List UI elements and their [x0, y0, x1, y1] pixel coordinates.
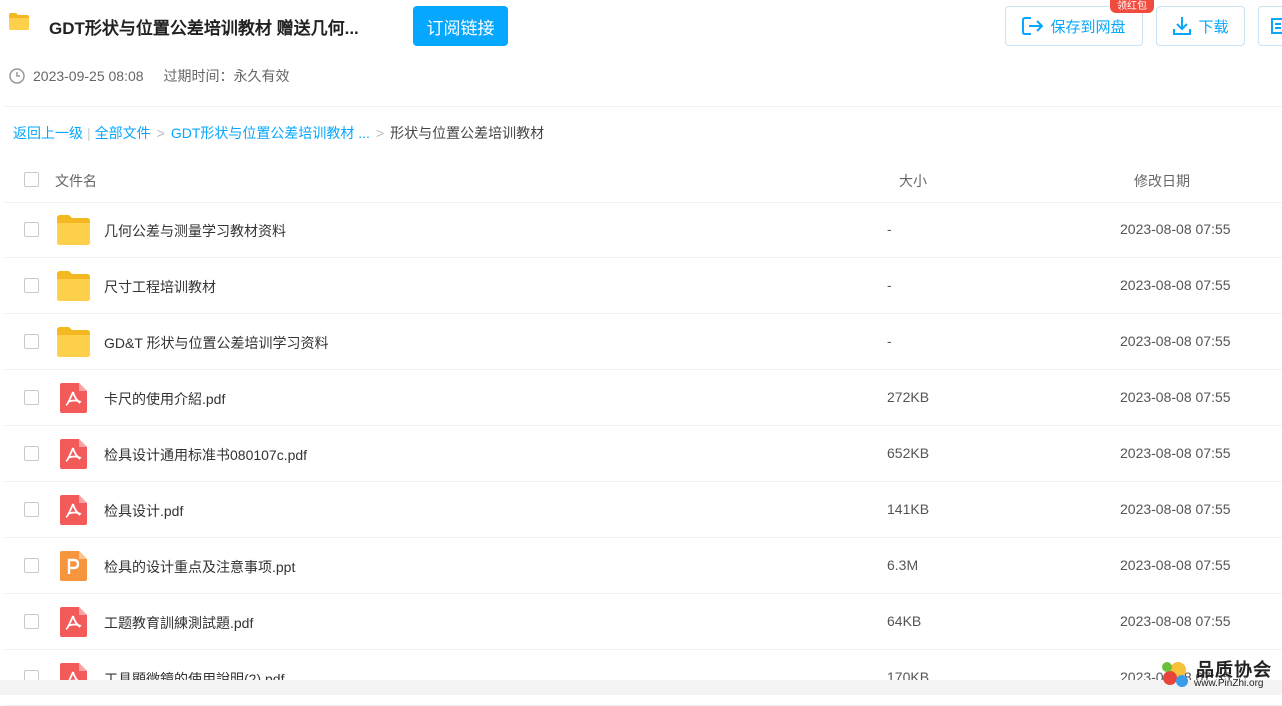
file-date: 2023-08-08 07:55 [1120, 333, 1231, 349]
file-name[interactable]: 检具设计通用标准书080107c.pdf [104, 445, 307, 465]
share-title: GDT形状与位置公差培训教材 赠送几何... [49, 19, 359, 38]
expire-time: 过期时间：永久有效 [163, 68, 290, 84]
file-name[interactable]: 检具的设计重点及注意事项.ppt [104, 557, 295, 577]
download-button[interactable]: 下载 [1156, 6, 1245, 46]
pdf-file-icon [60, 495, 87, 525]
select-all-checkbox[interactable] [24, 172, 39, 187]
header-divider [4, 106, 1282, 107]
folder-icon [57, 327, 90, 357]
row-checkbox[interactable] [24, 334, 39, 349]
watermark: 品质协会 www.PinZhi.org [1158, 656, 1278, 692]
file-date: 2023-08-08 07:55 [1120, 389, 1231, 405]
file-name[interactable]: 工题教育訓練測試題.pdf [104, 613, 253, 633]
watermark-url: www.PinZhi.org [1194, 678, 1264, 689]
save-label: 保存到网盘 [1050, 18, 1126, 36]
file-date: 2023-08-08 07:55 [1120, 501, 1231, 517]
file-size: 652KB [887, 445, 930, 461]
horizontal-scrollbar[interactable] [0, 680, 1282, 695]
file-date: 2023-08-08 07:55 [1120, 221, 1231, 237]
redpack-badge[interactable]: 领红包 [1110, 0, 1154, 13]
file-name[interactable]: GD&T 形状与位置公差培训学习资料 [104, 333, 329, 353]
breadcrumb-separator: > [156, 125, 165, 141]
more-button[interactable] [1258, 6, 1282, 46]
file-date: 2023-08-08 07:55 [1120, 445, 1231, 461]
breadcrumb-parent[interactable]: GDT形状与位置公差培训教材 ... [171, 123, 370, 143]
share-date: 2023-09-25 08:08 [33, 68, 144, 84]
file-date: 2023-08-08 07:55 [1120, 613, 1231, 629]
file-size: 272KB [887, 389, 930, 405]
breadcrumb-current: 形状与位置公差培训教材 [390, 125, 545, 141]
row-checkbox[interactable] [24, 558, 39, 573]
row-checkbox[interactable] [24, 222, 39, 237]
folder-icon [57, 215, 90, 245]
table-row[interactable]: 检具设计.pdf 141KB 2023-08-08 07:55 [4, 482, 1282, 538]
pdf-file-icon [60, 439, 87, 469]
row-checkbox[interactable] [24, 502, 39, 517]
column-header-date[interactable]: 修改日期 [1134, 171, 1190, 191]
row-checkbox[interactable] [24, 390, 39, 405]
file-size: 64KB [887, 613, 922, 629]
watermark-logo-icon [1162, 662, 1188, 687]
column-header-name[interactable]: 文件名 [55, 171, 97, 191]
file-list: 几何公差与测量学习教材资料 - 2023-08-08 07:55 尺寸工程培训教材 - 2… [4, 202, 1282, 706]
row-checkbox[interactable] [24, 278, 39, 293]
table-row[interactable]: 卡尺的使用介紹.pdf 272KB 2023-08-08 07:55 [4, 370, 1282, 426]
share-header: GDT形状与位置公差培训教材 赠送几何... 订阅链接 保存到网盘 领红包 下载 [0, 0, 1282, 106]
file-name[interactable]: 尺寸工程培训教材 [104, 277, 216, 297]
table-header: 文件名 大小 修改日期 [4, 156, 1282, 203]
file-size: - [887, 221, 892, 237]
subscribe-button[interactable]: 订阅链接 [413, 6, 508, 46]
file-size: 141KB [887, 501, 930, 517]
file-size: - [887, 277, 892, 293]
breadcrumb-back[interactable]: 返回上一级 [13, 123, 83, 143]
row-checkbox[interactable] [24, 614, 39, 629]
save-icon [1022, 17, 1044, 35]
table-row[interactable]: 检具设计通用标准书080107c.pdf 652KB 2023-08-08 07:5… [4, 426, 1282, 482]
folder-icon [57, 271, 90, 301]
pdf-file-icon [60, 607, 87, 637]
share-meta: 2023-09-25 08:08 过期时间：永久有效 [9, 66, 290, 86]
file-name[interactable]: 几何公差与测量学习教材资料 [104, 221, 286, 241]
file-date: 2023-08-08 07:55 [1120, 557, 1231, 573]
breadcrumb-all-files[interactable]: 全部文件 [95, 123, 151, 143]
file-size: - [887, 333, 892, 349]
ppt-file-icon [60, 551, 87, 581]
file-name[interactable]: 检具设计.pdf [104, 501, 183, 521]
table-row[interactable]: 尺寸工程培训教材 - 2023-08-08 07:55 [4, 258, 1282, 314]
breadcrumb: 返回上一级 | 全部文件 > GDT形状与位置公差培训教材 ... > 形状与位… [13, 123, 544, 143]
file-size: 6.3M [887, 557, 919, 573]
file-date: 2023-08-08 07:55 [1120, 277, 1231, 293]
download-label: 下载 [1198, 18, 1229, 36]
clock-icon [9, 68, 25, 84]
table-row[interactable]: GD&T 形状与位置公差培训学习资料 - 2023-08-08 07:55 [4, 314, 1282, 370]
table-row[interactable]: 检具的设计重点及注意事项.ppt 6.3M 2023-08-08 07:55 [4, 538, 1282, 594]
table-row[interactable]: 工题教育訓練測試題.pdf 64KB 2023-08-08 07:55 [4, 594, 1282, 650]
pdf-file-icon [60, 383, 87, 413]
more-icon [1271, 18, 1282, 34]
download-icon [1173, 17, 1192, 35]
breadcrumb-divider: | [87, 125, 91, 141]
file-name[interactable]: 卡尺的使用介紹.pdf [104, 389, 225, 409]
table-row[interactable]: 几何公差与测量学习教材资料 - 2023-08-08 07:55 [4, 202, 1282, 258]
row-checkbox[interactable] [24, 446, 39, 461]
column-header-size[interactable]: 大小 [899, 171, 927, 191]
folder-icon [9, 13, 29, 30]
table-row[interactable]: 工具顯微鏡的使用說明(2).pdf 170KB 2023-08-08 07:55 [4, 650, 1282, 706]
breadcrumb-separator: > [375, 125, 385, 141]
